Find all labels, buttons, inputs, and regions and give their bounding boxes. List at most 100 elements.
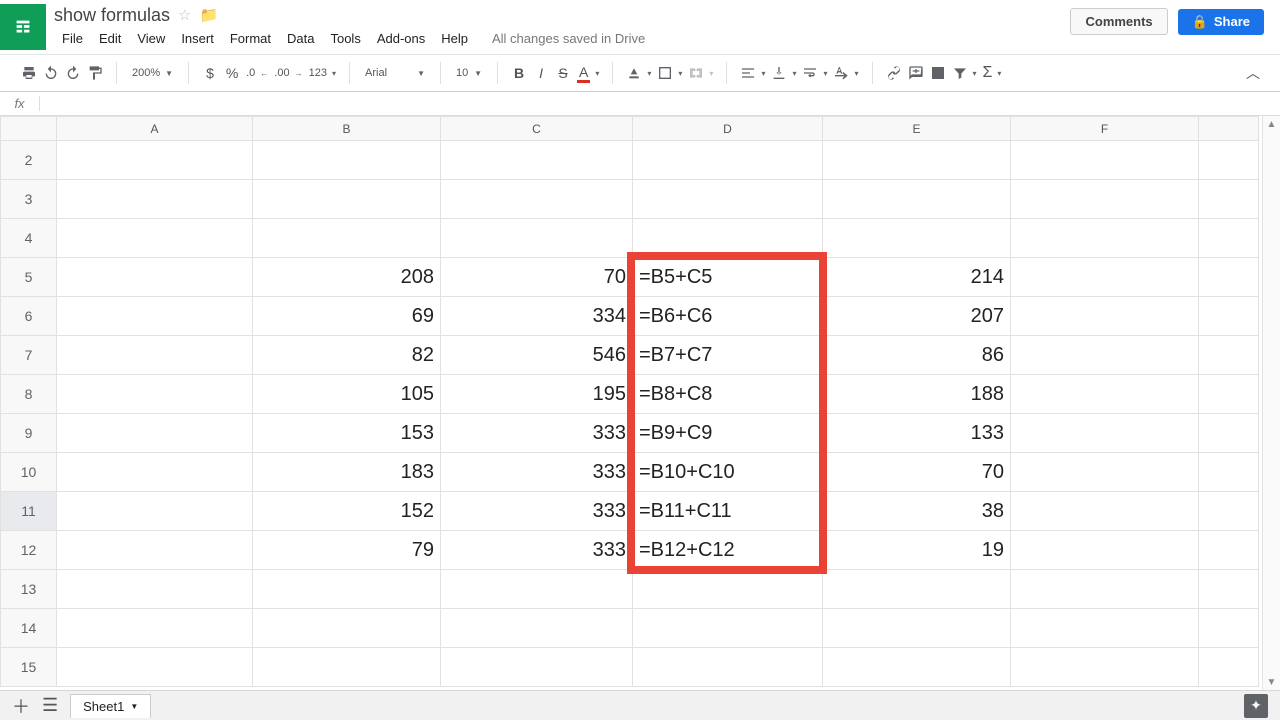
cell-C12[interactable]: 333: [441, 531, 633, 570]
cell-A10[interactable]: [57, 453, 253, 492]
cell-A4[interactable]: [57, 219, 253, 258]
collapse-toolbar-button[interactable]: ︿: [1242, 60, 1264, 86]
cell-C10[interactable]: 333: [441, 453, 633, 492]
row-header-13[interactable]: 13: [1, 570, 57, 609]
row-header-2[interactable]: 2: [1, 141, 57, 180]
number-format-button[interactable]: 123▾: [306, 60, 339, 86]
menu-insert[interactable]: Insert: [173, 29, 222, 48]
cell-E4[interactable]: [823, 219, 1011, 258]
cell-B7[interactable]: 82: [253, 336, 441, 375]
cell-B8[interactable]: 105: [253, 375, 441, 414]
cell-F10[interactable]: [1011, 453, 1199, 492]
doc-title[interactable]: show formulas: [54, 5, 170, 26]
cell-E14[interactable]: [823, 609, 1011, 648]
cell-E10[interactable]: 70: [823, 453, 1011, 492]
row-header-3[interactable]: 3: [1, 180, 57, 219]
explore-button[interactable]: ✦: [1244, 694, 1268, 718]
font-size-select[interactable]: 10▼: [451, 61, 487, 85]
cell-A2[interactable]: [57, 141, 253, 180]
cell-F6[interactable]: [1011, 297, 1199, 336]
cell-F15[interactable]: [1011, 648, 1199, 687]
cell-7[interactable]: [1199, 336, 1259, 375]
formula-input[interactable]: [40, 92, 1280, 115]
cell-B14[interactable]: [253, 609, 441, 648]
row-header-8[interactable]: 8: [1, 375, 57, 414]
cell-D7[interactable]: =B7+C7: [633, 336, 823, 375]
cell-B6[interactable]: 69: [253, 297, 441, 336]
cell-9[interactable]: [1199, 414, 1259, 453]
zoom-select[interactable]: 200%▼: [127, 61, 178, 85]
font-select[interactable]: Arial▼: [360, 61, 430, 85]
cell-A13[interactable]: [57, 570, 253, 609]
cell-B10[interactable]: 183: [253, 453, 441, 492]
cell-3[interactable]: [1199, 180, 1259, 219]
select-all-corner[interactable]: [1, 117, 57, 141]
cell-E12[interactable]: 19: [823, 531, 1011, 570]
cell-A14[interactable]: [57, 609, 253, 648]
row-header-15[interactable]: 15: [1, 648, 57, 687]
col-C[interactable]: C: [441, 117, 633, 141]
cell-B4[interactable]: [253, 219, 441, 258]
menu-edit[interactable]: Edit: [91, 29, 129, 48]
undo-button[interactable]: [40, 60, 62, 86]
cell-4[interactable]: [1199, 219, 1259, 258]
cell-A6[interactable]: [57, 297, 253, 336]
col-F[interactable]: F: [1011, 117, 1199, 141]
cell-D4[interactable]: [633, 219, 823, 258]
cell-D6[interactable]: =B6+C6: [633, 297, 823, 336]
cell-D11[interactable]: =B11+C11: [633, 492, 823, 531]
cell-B9[interactable]: 153: [253, 414, 441, 453]
cell-D10[interactable]: =B10+C10: [633, 453, 823, 492]
col-E[interactable]: E: [823, 117, 1011, 141]
cell-E7[interactable]: 86: [823, 336, 1011, 375]
strikethrough-button[interactable]: S: [552, 60, 574, 86]
cell-C4[interactable]: [441, 219, 633, 258]
row-header-9[interactable]: 9: [1, 414, 57, 453]
cell-B5[interactable]: 208: [253, 258, 441, 297]
cell-E11[interactable]: 38: [823, 492, 1011, 531]
cell-2[interactable]: [1199, 141, 1259, 180]
cell-E2[interactable]: [823, 141, 1011, 180]
cell-E13[interactable]: [823, 570, 1011, 609]
row-header-5[interactable]: 5: [1, 258, 57, 297]
insert-chart-button[interactable]: [927, 60, 949, 86]
row-header-12[interactable]: 12: [1, 531, 57, 570]
row-header-10[interactable]: 10: [1, 453, 57, 492]
cell-E8[interactable]: 188: [823, 375, 1011, 414]
v-align-button[interactable]: ▾: [768, 60, 799, 86]
cell-D8[interactable]: =B8+C8: [633, 375, 823, 414]
functions-button[interactable]: Σ▾: [980, 60, 1005, 86]
cell-F7[interactable]: [1011, 336, 1199, 375]
currency-button[interactable]: $: [199, 60, 221, 86]
cell-B13[interactable]: [253, 570, 441, 609]
cell-12[interactable]: [1199, 531, 1259, 570]
percent-button[interactable]: %: [221, 60, 243, 86]
share-button[interactable]: 🔒 Share: [1178, 9, 1264, 35]
star-icon[interactable]: ☆: [178, 6, 191, 24]
menu-addons[interactable]: Add-ons: [369, 29, 433, 48]
col-D[interactable]: D: [633, 117, 823, 141]
cell-A12[interactable]: [57, 531, 253, 570]
increase-decimal-button[interactable]: .00 →: [271, 60, 305, 86]
folder-icon[interactable]: 📁: [200, 6, 219, 24]
comments-button[interactable]: Comments: [1070, 8, 1167, 35]
cell-A11[interactable]: [57, 492, 253, 531]
app-logo[interactable]: [0, 4, 46, 50]
row-header-6[interactable]: 6: [1, 297, 57, 336]
menu-format[interactable]: Format: [222, 29, 279, 48]
cell-C13[interactable]: [441, 570, 633, 609]
spreadsheet-grid[interactable]: A B C D E F 234520870=B5+C5214669334=B6+…: [0, 116, 1259, 687]
cell-F9[interactable]: [1011, 414, 1199, 453]
row-header-14[interactable]: 14: [1, 609, 57, 648]
text-color-button[interactable]: A▾: [574, 60, 602, 86]
cell-C2[interactable]: [441, 141, 633, 180]
italic-button[interactable]: I: [530, 60, 552, 86]
cell-F3[interactable]: [1011, 180, 1199, 219]
cell-F8[interactable]: [1011, 375, 1199, 414]
cell-F11[interactable]: [1011, 492, 1199, 531]
cell-A8[interactable]: [57, 375, 253, 414]
cell-11[interactable]: [1199, 492, 1259, 531]
menu-tools[interactable]: Tools: [322, 29, 368, 48]
cell-F13[interactable]: [1011, 570, 1199, 609]
borders-button[interactable]: ▾: [654, 60, 685, 86]
